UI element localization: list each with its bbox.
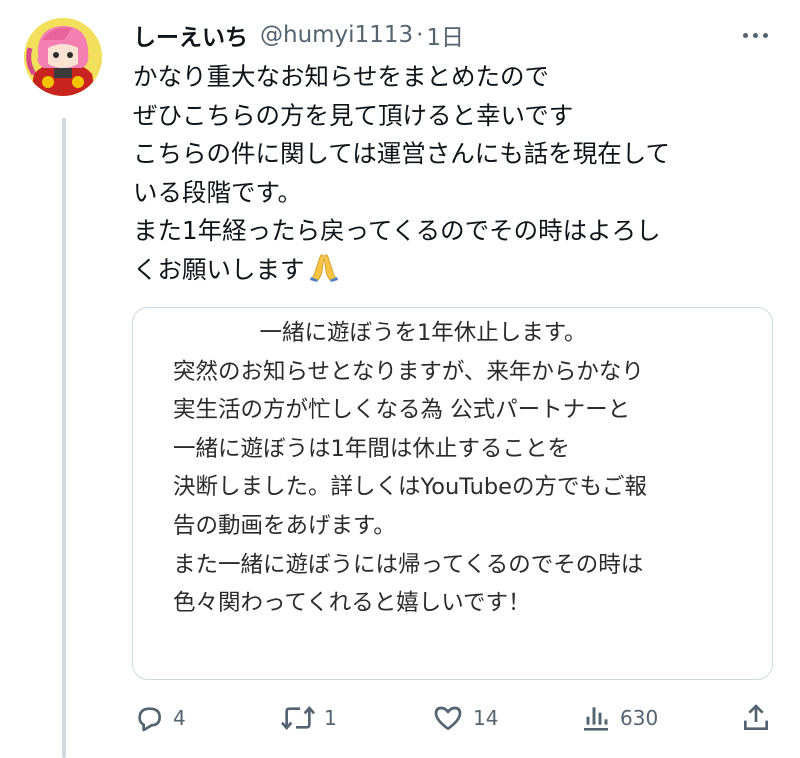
like-button[interactable]: 14 [431, 696, 498, 740]
separator: · [416, 22, 424, 48]
view-count: 630 [620, 706, 659, 730]
reply-button[interactable]: 4 [133, 696, 186, 740]
reply-count: 4 [173, 706, 186, 730]
share-icon [744, 704, 768, 730]
tweet-line-last: くお願いします [133, 251, 773, 290]
image-title: 一緒に遊ぼうを1年休止します。 [259, 320, 587, 346]
tweet-line: ぜひこちらの方を見て頂けると幸いです [133, 100, 574, 130]
share-button[interactable] [740, 696, 772, 740]
heart-icon [434, 706, 462, 730]
retweet-icon [280, 705, 316, 731]
image-line: また一緒に遊ぼうには帰ってくるのでその時は [173, 551, 644, 578]
image-line: 色々関わってくれると嬉しいです！ [173, 590, 531, 617]
avatar-image [24, 18, 102, 96]
tweet-line: くお願いします [133, 254, 305, 284]
image-line: 突然のお知らせとなりますが、来年からかなり [173, 358, 644, 385]
more-options-button[interactable] [737, 20, 773, 50]
tweet-text: かなり重大なお知らせをまとめたので ぜひこちらの方を見て頂けると幸いです こちら… [133, 58, 773, 289]
like-count: 14 [473, 706, 499, 730]
tweet-header: しーえいち @humyi1113 · 1日 [133, 18, 464, 52]
retweet-count: 1 [324, 706, 337, 730]
more-icon-dot [762, 32, 768, 38]
image-line: 一緒に遊ぼうは1年間は休止することを [173, 435, 570, 462]
tweet-line: こちらの件に関しては運営さんにも話を現在して [133, 139, 671, 168]
image-line: 決断しました。詳しくはYouTubeの方でもご報 [173, 474, 647, 501]
image-line: 実生活の方が忙しくなる為 公式パートナーと [173, 397, 631, 424]
tweet-line: いる段階です。 [133, 177, 303, 207]
retweet-button[interactable]: 1 [280, 696, 337, 740]
tweet-line: かなり重大なお知らせをまとめたので [133, 62, 550, 91]
image-line: 告の動画をあげます。 [173, 512, 396, 539]
author-name[interactable]: しーえいち [133, 18, 248, 52]
author-handle[interactable]: @humyi1113 [260, 22, 413, 48]
views-icon [584, 707, 608, 731]
avatar[interactable] [24, 18, 102, 96]
views-button[interactable]: 630 [580, 696, 658, 740]
timestamp[interactable]: 1日 [426, 18, 464, 52]
more-icon-dot [752, 32, 758, 38]
more-icon [742, 32, 748, 38]
tweet-line: また1年経ったら戻ってくるのでその時はよろし [133, 216, 661, 245]
folded-hands-icon [309, 252, 339, 294]
reply-icon [138, 707, 161, 732]
thread-line [62, 118, 66, 758]
image-text: 一緒に遊ぼうを1年休止します。 突然のお知らせとなりますが、来年からかなり 実生… [173, 314, 753, 623]
action-bar: 4 1 14 630 [0, 696, 800, 740]
